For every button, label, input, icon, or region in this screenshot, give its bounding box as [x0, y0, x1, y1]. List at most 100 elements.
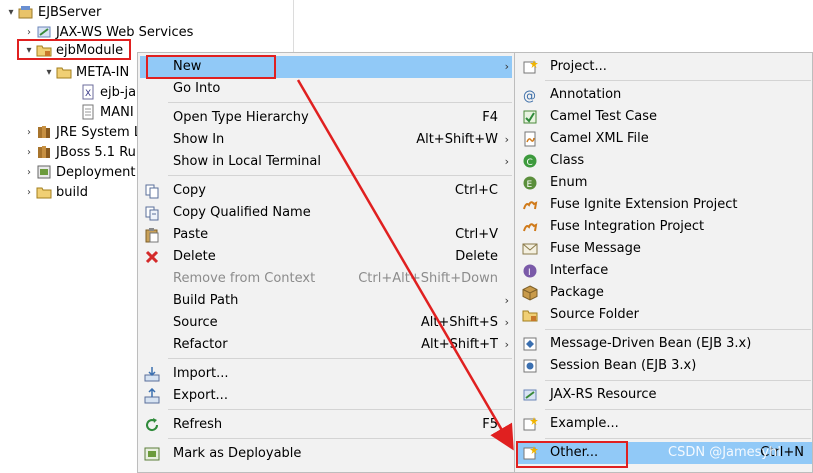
submenu-item-jaxrs-resource[interactable]: JAX-RS Resource [516, 384, 812, 406]
tree-item-meta-inf[interactable]: ▾ META-IN [42, 62, 129, 82]
expand-twisty-icon[interactable]: ▾ [4, 7, 18, 18]
menu-separator [168, 175, 512, 176]
submenu-item-package[interactable]: Package [516, 282, 812, 304]
svg-text:C: C [527, 158, 533, 168]
submenu-arrow-icon: › [504, 133, 509, 146]
example-icon [522, 416, 538, 432]
menu-item-refactor[interactable]: Refactor Alt+Shift+T › [140, 334, 512, 356]
class-icon: C [522, 153, 538, 169]
annotation-box-other [516, 441, 628, 468]
jaxrs-icon [522, 387, 538, 403]
menu-separator [168, 102, 512, 103]
interface-icon: I [522, 263, 538, 279]
tree-item-ejb-jar[interactable]: X ejb-jar [66, 82, 141, 102]
menu-item-copy-qualified-name[interactable]: Copy Qualified Name [140, 202, 512, 224]
message-icon [522, 241, 538, 257]
deployment-icon [36, 164, 52, 180]
submenu-item-session-bean[interactable]: Session Bean (EJB 3.x) [516, 355, 812, 377]
menu-separator [545, 409, 811, 410]
deployable-icon [144, 446, 160, 462]
submenu-item-project[interactable]: Project... [516, 56, 812, 78]
menu-item-copy[interactable]: Copy Ctrl+C [140, 180, 512, 202]
menu-item-mark-as-deployable[interactable]: Mark as Deployable [140, 443, 512, 465]
tree-item-label: build [56, 184, 88, 200]
menu-item-refresh[interactable]: Refresh F5 [140, 414, 512, 436]
menu-item-import[interactable]: Import... [140, 363, 512, 385]
enum-icon: E [522, 175, 538, 191]
svg-text:E: E [527, 180, 533, 190]
expand-twisty-icon[interactable]: › [22, 167, 36, 178]
camel-test-icon [522, 109, 538, 125]
camel-xml-icon [522, 131, 538, 147]
library-icon [36, 144, 52, 160]
submenu-item-annotation[interactable]: @ Annotation [516, 84, 812, 106]
paste-icon [144, 227, 160, 243]
expand-twisty-icon[interactable]: › [22, 147, 36, 158]
submenu-item-enum[interactable]: E Enum [516, 172, 812, 194]
menu-item-source[interactable]: Source Alt+Shift+S › [140, 312, 512, 334]
folder-icon [56, 64, 72, 80]
menu-item-export[interactable]: Export... [140, 385, 512, 407]
copy-qualified-name-icon [144, 205, 160, 221]
menu-item-show-in-local-terminal[interactable]: Show in Local Terminal › [140, 151, 512, 173]
source-folder-icon [522, 307, 538, 323]
submenu-item-fuse-ignite[interactable]: Fuse Ignite Extension Project [516, 194, 812, 216]
menu-separator [168, 409, 512, 410]
camel-icon [522, 219, 538, 235]
tree-item-label: EJBServer [38, 4, 102, 20]
submenu-arrow-icon: › [504, 294, 509, 307]
submenu-item-fuse-message[interactable]: Fuse Message [516, 238, 812, 260]
tree-item-jboss-runtime[interactable]: › JBoss 5.1 Ru [22, 142, 136, 162]
submenu-item-message-driven-bean[interactable]: Message-Driven Bean (EJB 3.x) [516, 333, 812, 355]
submenu-item-example[interactable]: Example... [516, 413, 812, 435]
tree-item-manifest[interactable]: MANI [66, 102, 134, 122]
package-icon [522, 285, 538, 301]
submenu-item-fuse-integration[interactable]: Fuse Integration Project [516, 216, 812, 238]
annotation-box-ejbmodule [17, 39, 131, 60]
tree-item-label: Deployment [56, 164, 136, 180]
new-project-icon [522, 59, 538, 75]
menu-item-show-in[interactable]: Show In Alt+Shift+W › [140, 129, 512, 151]
submenu-arrow-icon: › [504, 60, 509, 73]
tree-item-jre-library[interactable]: › JRE System L [22, 122, 141, 142]
tree-item-deployment[interactable]: › Deployment [22, 162, 136, 182]
svg-text:I: I [528, 268, 531, 278]
submenu-arrow-icon: › [504, 338, 509, 351]
submenu-item-camel-test-case[interactable]: Camel Test Case [516, 106, 812, 128]
svg-text:X: X [85, 89, 91, 99]
tree-item-ejbserver[interactable]: ▾ EJBServer [4, 2, 101, 22]
menu-item-build-path[interactable]: Build Path › [140, 290, 512, 312]
tree-item-label: ejb-jar [100, 84, 142, 100]
svg-text:@: @ [523, 89, 536, 103]
menu-separator [168, 438, 512, 439]
menu-item-open-type-hierarchy[interactable]: Open Type Hierarchy F4 [140, 107, 512, 129]
context-menu: New › Go Into Open Type Hierarchy F4 Sho… [137, 52, 515, 473]
webservices-icon [36, 24, 52, 40]
expand-twisty-icon[interactable]: › [22, 187, 36, 198]
submenu-item-interface[interactable]: I Interface [516, 260, 812, 282]
tree-item-label: MANI [100, 104, 134, 120]
expand-twisty-icon[interactable]: › [22, 127, 36, 138]
expand-twisty-icon[interactable]: › [22, 27, 36, 38]
tree-item-build[interactable]: › build [22, 182, 88, 202]
submenu-item-source-folder[interactable]: Source Folder [516, 304, 812, 326]
delete-icon [144, 249, 160, 265]
menu-separator [168, 358, 512, 359]
expand-twisty-icon[interactable]: ▾ [42, 67, 56, 78]
library-icon [36, 124, 52, 140]
menu-item-paste[interactable]: Paste Ctrl+V [140, 224, 512, 246]
menu-item-go-into[interactable]: Go Into [140, 78, 512, 100]
watermark: CSDN @Jamesyhl [668, 445, 781, 460]
submenu-item-class[interactable]: C Class [516, 150, 812, 172]
export-icon [144, 388, 160, 404]
text-file-icon [80, 104, 96, 120]
menu-item-remove-from-context: Remove from Context Ctrl+Alt+Shift+Down [173, 271, 498, 286]
xml-file-icon: X [80, 84, 96, 100]
refresh-icon [144, 417, 160, 433]
menu-separator [545, 80, 811, 81]
menu-item-delete[interactable]: Delete Delete [140, 246, 512, 268]
tree-item-label: JBoss 5.1 Ru [56, 144, 136, 160]
project-icon [18, 4, 34, 20]
copy-icon [144, 183, 160, 199]
submenu-item-camel-xml-file[interactable]: Camel XML File [516, 128, 812, 150]
